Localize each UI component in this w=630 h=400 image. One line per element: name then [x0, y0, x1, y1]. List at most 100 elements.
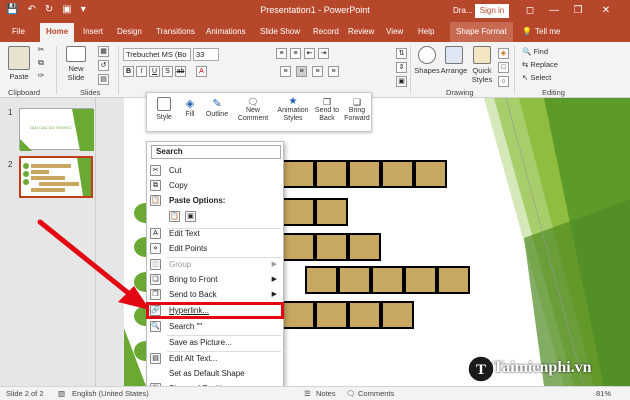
crossword-cell[interactable] [348, 233, 381, 261]
crossword-cell[interactable] [348, 160, 381, 188]
menu-item-edit-text[interactable]: A Edit Text [147, 226, 283, 241]
menu-item-bring-to-front[interactable]: ❏ Bring to Front ▶ [147, 272, 283, 287]
bring-forward-toolbar-button[interactable]: ❏ Bring Forward [343, 97, 371, 123]
bullets-icon[interactable]: ≡ [276, 48, 287, 59]
menu-item-edit-alt-text[interactable]: ▤ Edit Alt Text... [147, 351, 283, 366]
menu-item-copy[interactable]: ⧉ Copy [147, 178, 283, 193]
shadow-icon[interactable]: S [162, 66, 173, 77]
comments-button[interactable]: Comments [358, 389, 394, 398]
find-button[interactable]: 🔍 Find [522, 47, 582, 56]
bold-icon[interactable]: B [123, 66, 134, 77]
crossword-cell[interactable] [282, 301, 315, 329]
crossword-cell[interactable] [315, 160, 348, 188]
crossword-cell[interactable] [381, 301, 414, 329]
font-color-icon[interactable]: A [196, 66, 207, 77]
context-menu-search-box[interactable]: Search [151, 145, 281, 159]
copy-icon[interactable]: ⧉ [36, 58, 46, 68]
minimize-icon[interactable]: — [544, 3, 564, 19]
shape-effects-icon[interactable]: ○ [498, 76, 509, 87]
fill-button[interactable]: ◈ Fill [179, 97, 201, 119]
select-button[interactable]: ↖ Select [522, 73, 582, 82]
tab-help[interactable]: Help [418, 27, 434, 36]
ribbon-display-icon[interactable]: ◻ [520, 3, 540, 19]
format-painter-icon[interactable]: ✑ [36, 71, 46, 80]
accessibility-icon[interactable]: ▧ [58, 389, 65, 398]
shape-fill-icon[interactable]: ◈ [498, 48, 509, 59]
menu-item-cut[interactable]: ✂ Cut [147, 163, 283, 178]
arrange-button[interactable]: Arrange [440, 46, 468, 75]
decrease-indent-icon[interactable]: ⇤ [304, 48, 315, 59]
align-center-icon[interactable]: ≡ [296, 66, 307, 77]
menu-item-send-to-back[interactable]: ❐ Send to Back ▶ [147, 287, 283, 302]
section-icon[interactable]: ▤ [98, 74, 109, 85]
language-status[interactable]: English (United States) [72, 389, 149, 398]
replace-button[interactable]: ⇆ Replace [522, 60, 582, 69]
tab-view[interactable]: View [386, 27, 403, 36]
tab-review[interactable]: Review [348, 27, 374, 36]
tab-record[interactable]: Record [313, 27, 339, 36]
style-button[interactable]: Style [153, 97, 175, 122]
font-size-dropdown[interactable]: 33 [193, 48, 219, 61]
paste-button[interactable]: Paste [6, 46, 32, 81]
paste-keep-source-icon[interactable]: 📋 [169, 211, 180, 222]
tell-me-search[interactable]: Tell me [535, 27, 560, 36]
cut-icon[interactable]: ✂ [36, 45, 46, 54]
animation-styles-button[interactable]: ★ Animation Styles [275, 97, 311, 123]
font-name-dropdown[interactable]: Trebuchet MS (Bo [123, 48, 191, 61]
menu-item-save-as-picture[interactable]: Save as Picture... [147, 335, 283, 350]
crossword-cell[interactable] [282, 233, 315, 261]
new-slide-button[interactable]: New Slide [62, 46, 90, 82]
slide-thumbnail-1[interactable]: GIAI CAU DO TIN HOC [19, 108, 94, 151]
sign-in-button[interactable]: Sign in [475, 4, 509, 18]
align-right-icon[interactable]: ≡ [312, 66, 323, 77]
crossword-cell[interactable] [348, 301, 381, 329]
crossword-cell[interactable] [282, 160, 315, 188]
outline-button[interactable]: ✎ Outline [203, 97, 231, 119]
tab-shape-format[interactable]: Shape Format [450, 22, 513, 42]
slide-thumbnail-2[interactable] [19, 156, 93, 198]
crossword-cell[interactable] [381, 160, 414, 188]
notes-icon[interactable]: ☰ [304, 389, 311, 398]
justify-icon[interactable]: ≡ [328, 66, 339, 77]
increase-indent-icon[interactable]: ⇥ [318, 48, 329, 59]
crossword-cell[interactable] [315, 233, 348, 261]
strikethrough-icon[interactable]: ab [175, 66, 186, 77]
crossword-cell[interactable] [282, 198, 315, 226]
shapes-button[interactable]: Shapes [414, 46, 440, 75]
tab-home[interactable]: Home [40, 23, 75, 42]
crossword-cell[interactable] [437, 266, 470, 294]
underline-icon[interactable]: U [149, 66, 160, 77]
tab-animations[interactable]: Animations [206, 27, 246, 36]
send-to-back-toolbar-button[interactable]: ❐ Send to Back [313, 97, 341, 123]
italic-icon[interactable]: I [136, 66, 147, 77]
new-comment-button[interactable]: 🗨 New Comment [235, 97, 271, 123]
layout-icon[interactable]: ▦ [98, 46, 109, 57]
align-left-icon[interactable]: ≡ [280, 66, 291, 77]
notes-button[interactable]: Notes [316, 389, 336, 398]
crossword-cell[interactable] [414, 160, 447, 188]
quick-styles-button[interactable]: Quick Styles [470, 46, 494, 84]
crossword-cell[interactable] [371, 266, 404, 294]
restore-icon[interactable]: ❐ [568, 3, 588, 19]
crossword-cell[interactable] [305, 266, 338, 294]
crossword-cell[interactable] [404, 266, 437, 294]
tab-design[interactable]: Design [117, 27, 142, 36]
align-text-icon[interactable]: ⇕ [396, 62, 407, 73]
crossword-cell[interactable] [338, 266, 371, 294]
crossword-cell[interactable] [315, 198, 348, 226]
close-icon[interactable]: ✕ [596, 3, 616, 19]
menu-item-search[interactable]: 🔍 Search "" [147, 319, 283, 334]
menu-item-edit-points[interactable]: ⋄ Edit Points [147, 241, 283, 256]
smartart-icon[interactable]: ▣ [396, 76, 407, 87]
crossword-cell[interactable] [315, 301, 348, 329]
menu-item-set-default-shape[interactable]: Set as Default Shape [147, 366, 283, 381]
zoom-level[interactable]: 81% [596, 389, 611, 398]
numbering-icon[interactable]: ≡ [290, 48, 301, 59]
comments-icon[interactable]: 🗨 [346, 389, 356, 398]
tab-slideshow[interactable]: Slide Show [260, 27, 300, 36]
tab-insert[interactable]: Insert [83, 27, 103, 36]
tab-file[interactable]: File [12, 27, 25, 36]
text-direction-icon[interactable]: ⇅ [396, 48, 407, 59]
menu-item-group[interactable]: ◫ Group ▶ [147, 257, 283, 272]
menu-item-hyperlink[interactable]: 🔗 Hyperlink... [146, 302, 284, 319]
